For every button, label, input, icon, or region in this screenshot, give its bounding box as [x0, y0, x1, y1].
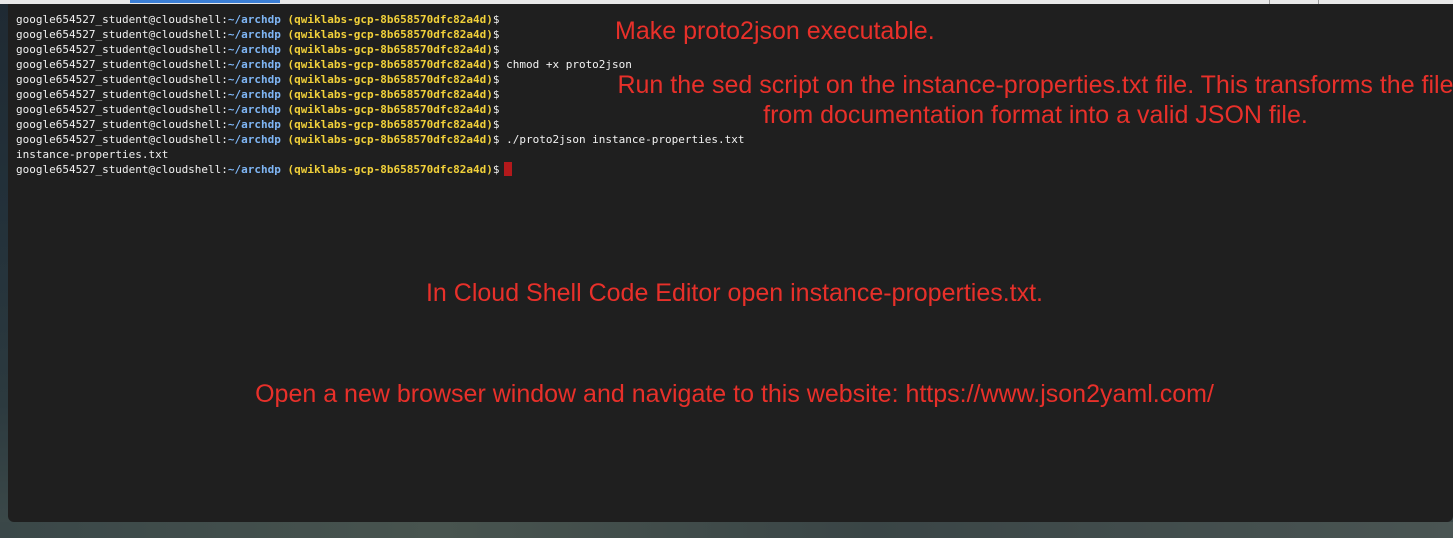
- prompt-path: ~/archdp: [227, 88, 281, 101]
- prompt-dollar: $: [492, 88, 500, 101]
- terminal-command: ./proto2json instance-properties.txt: [506, 133, 745, 146]
- prompt-project: (qwiklabs-gcp-8b658570dfc82a4d): [287, 88, 493, 101]
- prompt-user-host: google654527_student@cloudshell:: [16, 163, 228, 176]
- prompt-user-host: google654527_student@cloudshell:: [16, 103, 228, 116]
- prompt-project: (qwiklabs-gcp-8b658570dfc82a4d): [287, 43, 493, 56]
- prompt-path: ~/archdp: [227, 28, 281, 41]
- terminal-output-line: instance-properties.txt: [16, 147, 745, 162]
- prompt-path: ~/archdp: [227, 118, 281, 131]
- prompt-path: ~/archdp: [227, 103, 281, 116]
- prompt-path: ~/archdp: [227, 133, 281, 146]
- prompt-path: ~/archdp: [227, 13, 281, 26]
- prompt-dollar: $: [492, 13, 500, 26]
- prompt-user-host: google654527_student@cloudshell:: [16, 133, 228, 146]
- prompt-dollar: $: [492, 118, 500, 131]
- prompt-user-host: google654527_student@cloudshell:: [16, 58, 228, 71]
- prompt-dollar: $: [492, 133, 500, 146]
- prompt-project: (qwiklabs-gcp-8b658570dfc82a4d): [287, 28, 493, 41]
- prompt-project: (qwiklabs-gcp-8b658570dfc82a4d): [287, 58, 493, 71]
- prompt-user-host: google654527_student@cloudshell:: [16, 118, 228, 131]
- prompt-user-host: google654527_student@cloudshell:: [16, 73, 228, 86]
- annotation-run-sed: Run the sed script on the instance-prope…: [617, 71, 1453, 129]
- prompt-user-host: google654527_student@cloudshell:: [16, 88, 228, 101]
- terminal-prompt-line: google654527_student@cloudshell:~/archdp…: [16, 162, 745, 177]
- prompt-dollar: $: [492, 43, 500, 56]
- terminal-cursor[interactable]: [504, 162, 513, 176]
- annotation-open-browser: Open a new browser window and navigate t…: [255, 380, 1214, 408]
- prompt-dollar: $: [492, 73, 500, 86]
- prompt-project: (qwiklabs-gcp-8b658570dfc82a4d): [287, 103, 493, 116]
- prompt-project: (qwiklabs-gcp-8b658570dfc82a4d): [287, 163, 493, 176]
- prompt-path: ~/archdp: [227, 43, 281, 56]
- terminal-output-text: instance-properties.txt: [16, 148, 169, 161]
- desktop-wallpaper-strip: [0, 522, 1453, 538]
- prompt-project: (qwiklabs-gcp-8b658570dfc82a4d): [287, 118, 493, 131]
- prompt-user-host: google654527_student@cloudshell:: [16, 28, 228, 41]
- prompt-dollar: $: [492, 58, 500, 71]
- prompt-project: (qwiklabs-gcp-8b658570dfc82a4d): [287, 133, 493, 146]
- prompt-dollar: $: [492, 163, 500, 176]
- prompt-project: (qwiklabs-gcp-8b658570dfc82a4d): [287, 73, 493, 86]
- active-tab-indicator: [130, 0, 280, 3]
- prompt-path: ~/archdp: [227, 163, 281, 176]
- annotation-make-executable: Make proto2json executable.: [615, 17, 935, 45]
- prompt-user-host: google654527_student@cloudshell:: [16, 13, 228, 26]
- prompt-user-host: google654527_student@cloudshell:: [16, 43, 228, 56]
- prompt-path: ~/archdp: [227, 58, 281, 71]
- prompt-dollar: $: [492, 103, 500, 116]
- prompt-path: ~/archdp: [227, 73, 281, 86]
- annotation-open-editor: In Cloud Shell Code Editor open instance…: [425, 279, 1044, 307]
- terminal-prompt-line: google654527_student@cloudshell:~/archdp…: [16, 132, 745, 147]
- prompt-project: (qwiklabs-gcp-8b658570dfc82a4d): [287, 13, 493, 26]
- cloud-shell-terminal[interactable]: google654527_student@cloudshell:~/archdp…: [8, 4, 1453, 522]
- prompt-dollar: $: [492, 28, 500, 41]
